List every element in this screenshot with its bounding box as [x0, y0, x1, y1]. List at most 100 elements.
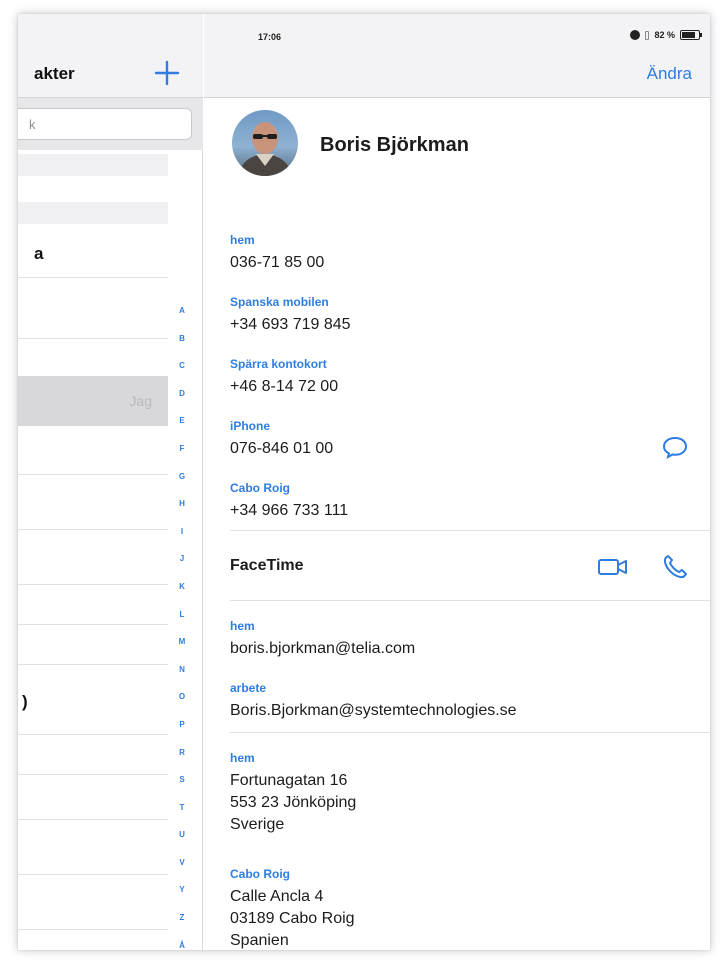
- phone-field-home[interactable]: hem 036-71 85 00: [230, 232, 700, 274]
- facetime-video-icon[interactable]: [596, 554, 630, 580]
- divider: [18, 474, 168, 475]
- index-letter[interactable]: O: [170, 692, 194, 720]
- index-letter[interactable]: P: [170, 720, 194, 748]
- status-indicators: 82 %: [630, 30, 702, 40]
- divider: [18, 929, 168, 930]
- field-label: iPhone: [230, 419, 271, 433]
- alphabet-index[interactable]: A B C D E F G H I J K L M N O P R S T U …: [170, 306, 194, 950]
- address-line: 553 23 Jönköping: [230, 794, 357, 811]
- field-value[interactable]: boris.bjorkman@telia.com: [230, 638, 700, 660]
- index-letter[interactable]: Y: [170, 885, 194, 913]
- divider: [18, 734, 168, 735]
- divider: [18, 774, 168, 775]
- divider: [18, 624, 168, 625]
- field-label: arbete: [230, 681, 267, 695]
- phone-field-spanish-mobile[interactable]: Spanska mobilen +34 693 719 845: [230, 294, 700, 336]
- index-letter[interactable]: T: [170, 803, 194, 831]
- avatar: [232, 110, 298, 176]
- index-letter[interactable]: S: [170, 775, 194, 803]
- divider: [230, 530, 710, 531]
- field-value[interactable]: 036-71 85 00: [230, 252, 700, 274]
- ipad-screen: akter k a Jag ) A B C D E F G H I J K L …: [18, 14, 710, 950]
- facetime-audio-icon[interactable]: [660, 552, 690, 582]
- index-letter[interactable]: K: [170, 582, 194, 610]
- index-letter[interactable]: D: [170, 389, 194, 417]
- address-line: Sverige: [230, 816, 285, 833]
- field-label: Spanska mobilen: [230, 295, 329, 309]
- edit-button[interactable]: Ändra: [647, 64, 692, 84]
- contacts-list-pane: akter k a Jag ) A B C D E F G H I J K L …: [18, 14, 203, 950]
- index-letter[interactable]: H: [170, 499, 194, 527]
- list-header: akter: [18, 14, 203, 98]
- index-letter[interactable]: M: [170, 637, 194, 665]
- email-field-work[interactable]: arbete Boris.Bjorkman@systemtechnologies…: [230, 680, 700, 722]
- address-line: Spanien: [230, 932, 289, 949]
- phone-field-iphone[interactable]: iPhone 076-846 01 00: [230, 418, 700, 460]
- field-label: Cabo Roig: [230, 481, 290, 495]
- field-label: hem: [230, 751, 255, 765]
- phone-field-cabo-roig[interactable]: Cabo Roig +34 966 733 111: [230, 480, 700, 522]
- index-letter[interactable]: R: [170, 748, 194, 776]
- index-letter[interactable]: A: [170, 306, 194, 334]
- field-label: Cabo Roig: [230, 867, 290, 881]
- field-label: hem: [230, 619, 255, 633]
- index-letter[interactable]: Z: [170, 913, 194, 941]
- person-photo-icon: [238, 122, 292, 176]
- field-value[interactable]: +34 693 719 845: [230, 314, 700, 336]
- index-letter[interactable]: U: [170, 830, 194, 858]
- facetime-label: FaceTime: [230, 557, 304, 574]
- field-value[interactable]: +34 966 733 111: [230, 500, 700, 522]
- index-letter[interactable]: J: [170, 554, 194, 582]
- index-letter[interactable]: I: [170, 527, 194, 555]
- list-title: akter: [34, 64, 75, 83]
- contact-detail-pane: 17:06 82 % Ändra Boris Björkman hem 036-…: [204, 14, 710, 950]
- bluetooth-icon: [645, 30, 650, 40]
- divider: [18, 819, 168, 820]
- index-letter[interactable]: C: [170, 361, 194, 389]
- status-time: 17:06: [258, 32, 282, 42]
- message-icon[interactable]: [660, 432, 690, 462]
- divider: [18, 277, 168, 278]
- field-value[interactable]: +46 8-14 72 00: [230, 376, 700, 398]
- address-line: 03189 Cabo Roig: [230, 910, 355, 927]
- divider: [18, 874, 168, 875]
- email-field-home[interactable]: hem boris.bjorkman@telia.com: [230, 618, 700, 660]
- address-field-cabo-roig[interactable]: Cabo Roig Calle Ancla 4 03189 Cabo Roig …: [230, 866, 700, 950]
- divider: [230, 600, 710, 601]
- address-line: Fortunagatan 16: [230, 772, 348, 789]
- search-input[interactable]: k: [18, 108, 192, 140]
- divider: [18, 664, 168, 665]
- index-letter[interactable]: Å: [170, 941, 194, 950]
- contact-header: Boris Björkman: [232, 110, 692, 184]
- add-contact-button[interactable]: [152, 58, 182, 88]
- detail-header: 17:06 82 % Ändra: [204, 14, 710, 98]
- phone-field-block-card[interactable]: Spärra kontokort +46 8-14 72 00: [230, 356, 700, 398]
- search-bar: k: [18, 98, 203, 150]
- index-letter[interactable]: L: [170, 610, 194, 638]
- address-line: Calle Ancla 4: [230, 888, 324, 905]
- index-letter[interactable]: B: [170, 334, 194, 362]
- section-header: [18, 202, 168, 224]
- field-value[interactable]: Boris.Bjorkman@systemtechnologies.se: [230, 700, 700, 722]
- list-item[interactable]: ): [22, 692, 28, 712]
- divider: [18, 584, 168, 585]
- list-item-selected[interactable]: Jag: [18, 376, 168, 426]
- address-field-home[interactable]: hem Fortunagatan 16 553 23 Jönköping Sve…: [230, 750, 700, 836]
- section-header: [18, 154, 168, 176]
- index-letter[interactable]: F: [170, 444, 194, 472]
- battery-icon: [680, 30, 702, 40]
- me-tag: Jag: [129, 393, 152, 409]
- field-label: Spärra kontokort: [230, 357, 327, 371]
- field-label: hem: [230, 233, 255, 247]
- index-letter[interactable]: N: [170, 665, 194, 693]
- index-letter[interactable]: G: [170, 472, 194, 500]
- index-letter[interactable]: E: [170, 416, 194, 444]
- battery-percent: 82 %: [654, 30, 675, 40]
- field-value[interactable]: 076-846 01 00: [230, 438, 700, 460]
- contact-name: Boris Björkman: [320, 134, 469, 156]
- index-letter[interactable]: V: [170, 858, 194, 886]
- divider: [230, 732, 710, 733]
- list-item[interactable]: a: [34, 244, 43, 264]
- divider: [18, 529, 168, 530]
- divider: [18, 338, 168, 339]
